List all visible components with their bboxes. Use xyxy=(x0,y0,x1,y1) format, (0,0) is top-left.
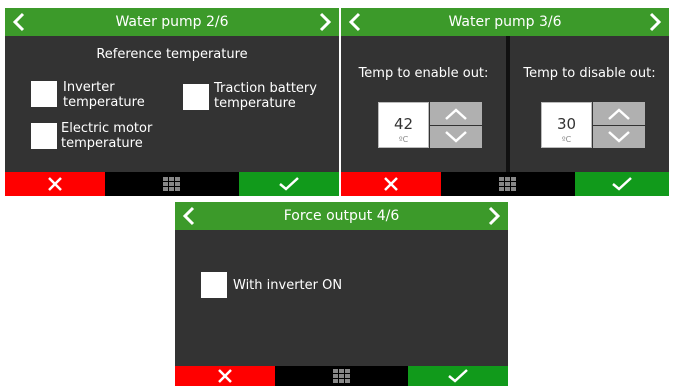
confirm-button[interactable] xyxy=(408,366,508,386)
chevron-up-icon xyxy=(608,107,630,120)
footer-bar xyxy=(175,366,508,386)
check-icon xyxy=(612,177,632,191)
chevron-right-icon[interactable] xyxy=(648,12,662,32)
chevron-down-icon xyxy=(608,131,630,143)
disable-temp-value[interactable]: 30 ºC xyxy=(541,102,592,148)
disable-increment-button[interactable] xyxy=(593,102,645,125)
screen-water-pump-2: Water pump 2/6 Reference temperature Inv… xyxy=(5,8,339,196)
screen-title: Force output 4/6 xyxy=(283,208,400,224)
footer-bar xyxy=(341,172,669,196)
confirm-button[interactable] xyxy=(239,172,339,196)
chevron-left-icon[interactable] xyxy=(182,206,196,226)
value-unit: ºC xyxy=(398,135,409,144)
checkbox-traction-battery-temperature[interactable] xyxy=(183,84,209,110)
cancel-button[interactable] xyxy=(5,172,105,196)
value-number: 30 xyxy=(556,115,577,133)
header-bar: Water pump 3/6 xyxy=(341,8,669,36)
value-number: 42 xyxy=(393,115,414,133)
option-label-line2: temperature xyxy=(214,96,296,111)
chevron-right-icon[interactable] xyxy=(487,206,501,226)
grid-menu-icon xyxy=(499,177,516,191)
option-label-line2: temperature xyxy=(61,136,143,151)
header-bar: Water pump 2/6 xyxy=(5,8,339,36)
enable-increment-button[interactable] xyxy=(430,102,482,125)
close-icon xyxy=(48,177,62,191)
footer-bar xyxy=(5,172,339,196)
grid-menu-icon xyxy=(163,177,180,191)
value-unit: ºC xyxy=(561,135,572,144)
option-label-line1: Traction battery xyxy=(214,81,317,96)
checkbox-with-inverter-on[interactable] xyxy=(201,272,227,298)
chevron-right-icon[interactable] xyxy=(318,12,332,32)
option-label-line1: Electric motor xyxy=(61,121,153,136)
checkbox-electric-motor-temperature[interactable] xyxy=(31,123,57,149)
screen-title: Water pump 2/6 xyxy=(115,14,229,30)
screen-water-pump-3: Water pump 3/6 Temp to enable out: 42 ºC… xyxy=(341,8,669,196)
disable-temp-label: Temp to disable out: xyxy=(523,66,656,81)
option-label-line1: Inverter xyxy=(63,80,115,95)
check-icon xyxy=(448,369,468,383)
menu-button[interactable] xyxy=(105,172,239,196)
cancel-button[interactable] xyxy=(175,366,275,386)
option-label-line2: temperature xyxy=(63,95,145,110)
enable-temp-value[interactable]: 42 ºC xyxy=(378,102,429,148)
chevron-left-icon[interactable] xyxy=(12,12,26,32)
chevron-up-icon xyxy=(445,107,467,120)
close-icon xyxy=(218,369,232,383)
section-heading: Reference temperature xyxy=(96,47,248,62)
header-bar: Force output 4/6 xyxy=(175,202,508,230)
enable-temp-label: Temp to enable out: xyxy=(358,66,489,81)
confirm-button[interactable] xyxy=(575,172,669,196)
check-icon xyxy=(279,177,299,191)
disable-decrement-button[interactable] xyxy=(593,126,645,148)
screen-title: Water pump 3/6 xyxy=(448,14,562,30)
chevron-down-icon xyxy=(445,131,467,143)
checkbox-inverter-temperature[interactable] xyxy=(31,81,57,107)
menu-button[interactable] xyxy=(275,366,408,386)
screen-force-output-4: Force output 4/6 With inverter ON xyxy=(175,202,508,386)
menu-button[interactable] xyxy=(441,172,575,196)
enable-decrement-button[interactable] xyxy=(430,126,482,148)
grid-menu-icon xyxy=(332,369,350,383)
chevron-left-icon[interactable] xyxy=(348,12,362,32)
column-divider xyxy=(506,36,510,172)
cancel-button[interactable] xyxy=(341,172,441,196)
option-label: With inverter ON xyxy=(233,278,343,293)
close-icon xyxy=(384,177,398,191)
